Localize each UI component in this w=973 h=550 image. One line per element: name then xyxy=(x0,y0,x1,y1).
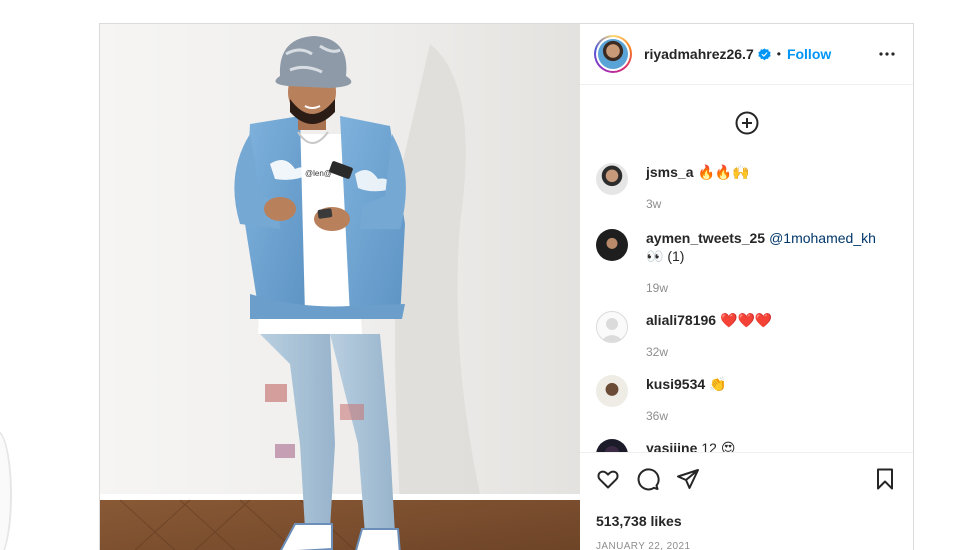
comment-text: 12 😍 xyxy=(701,440,736,452)
author-username[interactable]: riyadmahrez26.7 xyxy=(644,46,754,62)
default-avatar-icon xyxy=(600,318,624,342)
bookmark-icon[interactable] xyxy=(873,467,897,491)
comment-time[interactable]: 19w xyxy=(646,279,897,297)
comment-username[interactable]: yasiiine xyxy=(646,440,697,452)
likes-count[interactable]: 513,738 likes xyxy=(596,513,897,529)
comment-item: jsms_a 🔥🔥🙌 3w xyxy=(580,163,913,213)
post-dialog: @len@ riyadmahrez26.7 • Follow jsms_a 🔥🔥… xyxy=(99,23,914,550)
more-options-icon[interactable] xyxy=(875,42,899,66)
comment-text: ❤️❤️❤️ xyxy=(720,312,773,328)
author-avatar-image xyxy=(598,39,628,69)
comment-time[interactable]: 36w xyxy=(646,407,727,425)
comment-time[interactable]: 3w xyxy=(646,195,750,213)
follow-button[interactable]: Follow xyxy=(787,46,831,62)
author-avatar-frame xyxy=(596,37,630,71)
add-comment-row xyxy=(580,85,913,160)
comment-item: aliali78196 ❤️❤️❤️ 32w xyxy=(580,311,913,361)
comment-mention[interactable]: @1mohamed_kh xyxy=(769,230,876,246)
comment-username[interactable]: aymen_tweets_25 xyxy=(646,230,765,246)
comment-item: yasiiine 12 😍 xyxy=(580,439,913,452)
post-photo-illustration: @len@ xyxy=(100,24,580,550)
comment-username[interactable]: kusi9534 xyxy=(646,376,705,392)
comment-text: 👏 xyxy=(709,376,727,392)
author-avatar[interactable] xyxy=(594,35,632,73)
heart-icon[interactable] xyxy=(596,467,620,491)
post-header: riyadmahrez26.7 • Follow xyxy=(580,24,913,85)
comment-avatar[interactable] xyxy=(596,163,628,195)
post-side-panel: riyadmahrez26.7 • Follow jsms_a 🔥🔥🙌 3w a… xyxy=(580,24,913,550)
header-separator: • xyxy=(776,47,781,61)
comment-username[interactable]: aliali78196 xyxy=(646,312,716,328)
post-date[interactable]: JANUARY 22, 2021 xyxy=(596,541,897,550)
comment-icon[interactable] xyxy=(636,467,660,491)
comment-avatar[interactable] xyxy=(596,311,628,343)
comments-list[interactable]: jsms_a 🔥🔥🙌 3w aymen_tweets_25 @1mohamed_kh… xyxy=(580,85,913,452)
post-actions: 513,738 likes JANUARY 22, 2021 xyxy=(580,452,913,550)
comment-avatar[interactable] xyxy=(596,439,628,452)
comment-item: aymen_tweets_25 @1mohamed_kh 👀 (1) 19w xyxy=(580,229,913,297)
add-comment-icon[interactable] xyxy=(735,111,759,135)
post-photo: @len@ xyxy=(100,24,580,550)
verified-badge-icon xyxy=(758,47,771,60)
share-icon[interactable] xyxy=(676,467,700,491)
comment-text: 🔥🔥🙌 xyxy=(697,164,750,180)
shirt-print-text: @len@ xyxy=(305,169,332,178)
comment-time[interactable]: 32w xyxy=(646,343,772,361)
background-partial-circle xyxy=(0,430,12,550)
comment-text: 👀 (1) xyxy=(646,248,685,264)
action-icons xyxy=(596,459,897,499)
comment-avatar[interactable] xyxy=(596,229,628,261)
comment-item: kusi9534 👏 36w xyxy=(580,375,913,425)
comment-avatar[interactable] xyxy=(596,375,628,407)
comment-username[interactable]: jsms_a xyxy=(646,164,693,180)
